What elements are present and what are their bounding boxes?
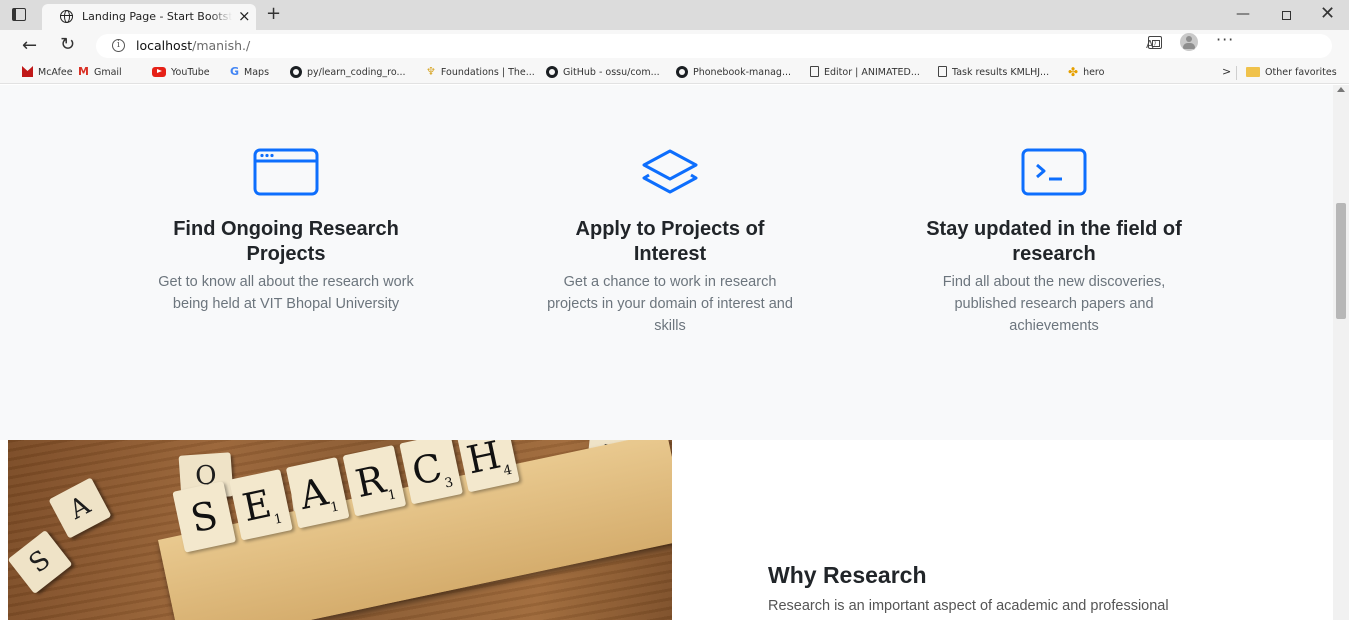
bookmark-ossu[interactable]: GitHub - ossu/com... xyxy=(546,65,660,81)
feature-stay-updated: Stay updated in the field of research Fi… xyxy=(904,147,1204,337)
browser-tab-bar: Landing Page - Start Bootstrap Theme × +… xyxy=(0,0,1349,30)
scrollbar-thumb[interactable] xyxy=(1336,203,1346,319)
rack-letter: S xyxy=(186,492,222,542)
folder-icon xyxy=(1246,66,1260,77)
rack-tile: H4 xyxy=(455,440,520,493)
mcafee-icon xyxy=(22,66,33,77)
rack-letter: E xyxy=(238,481,276,531)
bookmark-phonebook[interactable]: Phonebook-manag... xyxy=(676,65,791,81)
bookmark-label: Gmail xyxy=(93,67,122,78)
back-arrow-icon[interactable]: ← xyxy=(22,35,37,56)
bookmark-maps[interactable]: G Maps xyxy=(230,65,269,81)
new-tab-button[interactable]: + xyxy=(266,4,281,24)
refresh-icon[interactable]: ↻ xyxy=(60,34,75,55)
rack-letter: C xyxy=(408,444,446,495)
address-bar: ← ↻ i localhost/manish./ A⁾ ☆ ··· xyxy=(0,30,1349,62)
bookmark-label: GitHub - ossu/com... xyxy=(563,67,660,78)
bookmark-gmail[interactable]: M Gmail xyxy=(78,65,122,81)
bookmark-label: McAfee xyxy=(38,67,73,78)
other-favorites-label: Other favorites xyxy=(1265,67,1337,78)
google-maps-icon: G xyxy=(230,65,240,78)
feature-text: Get a chance to work in research project… xyxy=(547,274,793,334)
minimize-button[interactable]: — xyxy=(1236,6,1250,22)
feature-text: Find all about the new discoveries, publ… xyxy=(942,274,1166,334)
bookmark-learn-coding[interactable]: py/learn_coding_ro... xyxy=(290,65,406,81)
rack-subscript: 4 xyxy=(502,462,514,480)
bookmarks-bar: McAfee M Gmail YouTube G Maps py/learn_cod… xyxy=(0,62,1349,84)
tab-actions-icon[interactable] xyxy=(12,8,26,21)
why-research-section: Why Research Research is an important as… xyxy=(672,440,1333,620)
site-info-icon[interactable]: i xyxy=(112,39,125,52)
tab-title: Landing Page - Start Bootstrap Theme xyxy=(82,10,232,23)
bookmarks-overflow-chevron-icon[interactable]: > xyxy=(1222,65,1231,78)
gmail-icon: M xyxy=(78,65,89,78)
github-icon xyxy=(290,65,302,78)
bookmark-label: YouTube xyxy=(171,67,210,78)
github-icon xyxy=(546,65,558,78)
github-icon xyxy=(676,65,688,78)
page-icon xyxy=(810,66,819,77)
rack-letter: H xyxy=(463,440,505,483)
bookmark-label: Editor | ANIMATED... xyxy=(824,67,920,78)
why-research-text: Research is an important aspect of acade… xyxy=(768,598,1169,614)
feature-title: Find Ongoing Research Projects xyxy=(173,218,399,265)
other-favorites[interactable]: Other favorites xyxy=(1246,65,1337,81)
profile-avatar[interactable] xyxy=(1180,33,1198,51)
url-input[interactable]: i localhost/manish./ A⁾ ☆ xyxy=(96,34,1332,58)
terminal-icon xyxy=(1020,147,1088,197)
globe-icon xyxy=(60,10,73,23)
hero-icon: ✤ xyxy=(1068,64,1079,79)
features-section: Find Ongoing Research Projects Get to kn… xyxy=(0,85,1333,440)
feature-apply-projects: Apply to Projects of Interest Get a chan… xyxy=(520,147,820,337)
bookmark-mcafee[interactable]: McAfee xyxy=(22,65,73,81)
research-scrabble-image: R Q A G C S E S E1 A1 R1 C3 H4 xyxy=(8,440,672,620)
feature-find-projects: Find Ongoing Research Projects Get to kn… xyxy=(136,147,436,315)
url-path: /manish./ xyxy=(192,38,251,53)
rack-subscript: 1 xyxy=(329,499,341,516)
bookmark-foundations[interactable]: ♆ Foundations | The... xyxy=(426,65,535,81)
bookmark-label: Foundations | The... xyxy=(440,67,535,78)
browser-window-icon xyxy=(252,147,320,197)
bookmark-label: Maps xyxy=(244,67,270,78)
why-research-title: Why Research xyxy=(768,562,927,588)
bookmark-label: Phonebook-manag... xyxy=(693,67,792,78)
page-scrollbar[interactable] xyxy=(1333,85,1349,620)
feature-title: Apply to Projects of Interest xyxy=(575,218,765,265)
bookmarks-divider xyxy=(1236,66,1237,80)
window-close-button[interactable]: ✕ xyxy=(1320,4,1335,24)
feature-title: Stay updated in the field of research xyxy=(926,218,1182,265)
foundations-icon: ♆ xyxy=(426,65,436,78)
collections-icon[interactable] xyxy=(1148,36,1162,49)
scroll-up-arrow-icon[interactable] xyxy=(1337,87,1345,92)
rack-letter: A xyxy=(295,469,332,519)
bookmark-label: Task results KMLHJ... xyxy=(952,67,1050,78)
page-icon xyxy=(938,66,947,77)
url-host: localhost xyxy=(136,38,193,53)
tab-close-icon[interactable]: × xyxy=(238,7,251,25)
bookmark-youtube[interactable]: YouTube xyxy=(152,65,210,81)
rack-tile: C3 xyxy=(399,440,464,505)
more-options-button[interactable]: ··· xyxy=(1216,30,1234,49)
layers-icon xyxy=(636,147,704,197)
rack-subscript: 3 xyxy=(443,475,455,492)
bookmark-hero[interactable]: ✤ hero xyxy=(1068,65,1104,81)
bookmark-task-results[interactable]: Task results KMLHJ... xyxy=(938,65,1049,81)
maximize-button[interactable] xyxy=(1282,11,1291,20)
rack-letter: R xyxy=(351,457,389,507)
page-viewport: Find Ongoing Research Projects Get to kn… xyxy=(0,85,1349,620)
bookmark-label: hero xyxy=(1083,67,1105,78)
browser-tab[interactable]: Landing Page - Start Bootstrap Theme × xyxy=(42,4,256,30)
rack-subscript: 1 xyxy=(386,487,398,504)
youtube-icon xyxy=(152,66,166,77)
url-text: localhost/manish./ xyxy=(136,38,250,53)
bookmark-label: py/learn_coding_ro... xyxy=(307,67,406,78)
bookmark-editor[interactable]: Editor | ANIMATED... xyxy=(810,65,920,81)
rack-subscript: 1 xyxy=(272,511,284,528)
feature-text: Get to know all about the research work … xyxy=(158,274,414,312)
